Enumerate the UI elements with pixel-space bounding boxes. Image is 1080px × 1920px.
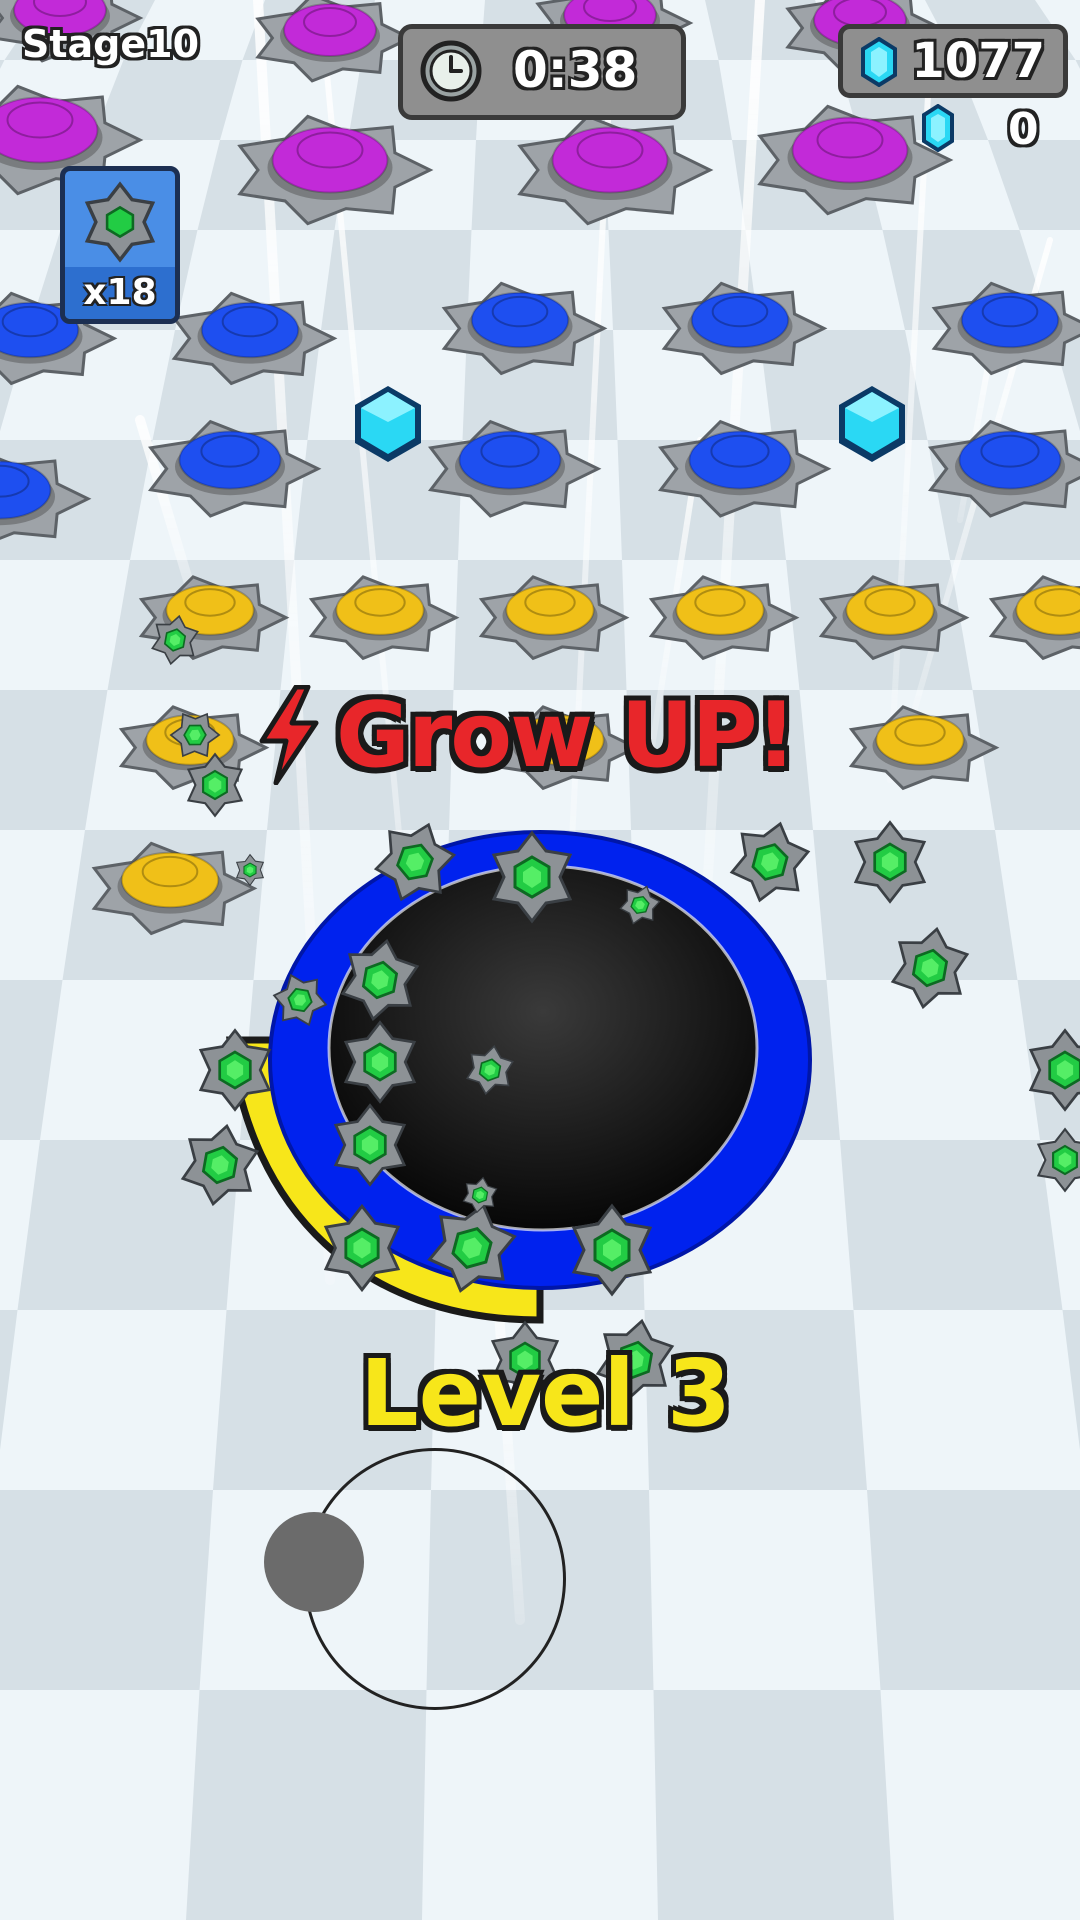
clock-icon: [420, 40, 482, 102]
inventory-count: x18: [83, 272, 157, 313]
gem-collected-value: 0: [1008, 104, 1039, 155]
gem-icon: [861, 37, 897, 87]
gem-icon: [922, 104, 954, 152]
spinner-icon: [84, 181, 156, 263]
player-hole[interactable]: [268, 830, 812, 1290]
timer-value: 0:38: [513, 41, 638, 99]
grow-up-text: Grow UP!: [336, 682, 797, 788]
game-screen[interactable]: Stage10 0:38 1077 0 x18 Grow UP! Level 3: [0, 0, 1080, 1920]
inventory-spinner-card[interactable]: x18: [60, 166, 180, 324]
timer-panel: 0:38: [398, 24, 686, 120]
lightning-bolt-icon: [259, 685, 319, 785]
grow-up-banner: Grow UP!: [256, 680, 797, 790]
player-level-label: Level 3: [360, 1340, 731, 1447]
joystick-knob[interactable]: [264, 1512, 364, 1612]
stage-label: Stage10: [22, 22, 200, 66]
gem-total-value: 1077: [911, 33, 1045, 89]
gem-total-panel: 1077: [838, 24, 1068, 98]
